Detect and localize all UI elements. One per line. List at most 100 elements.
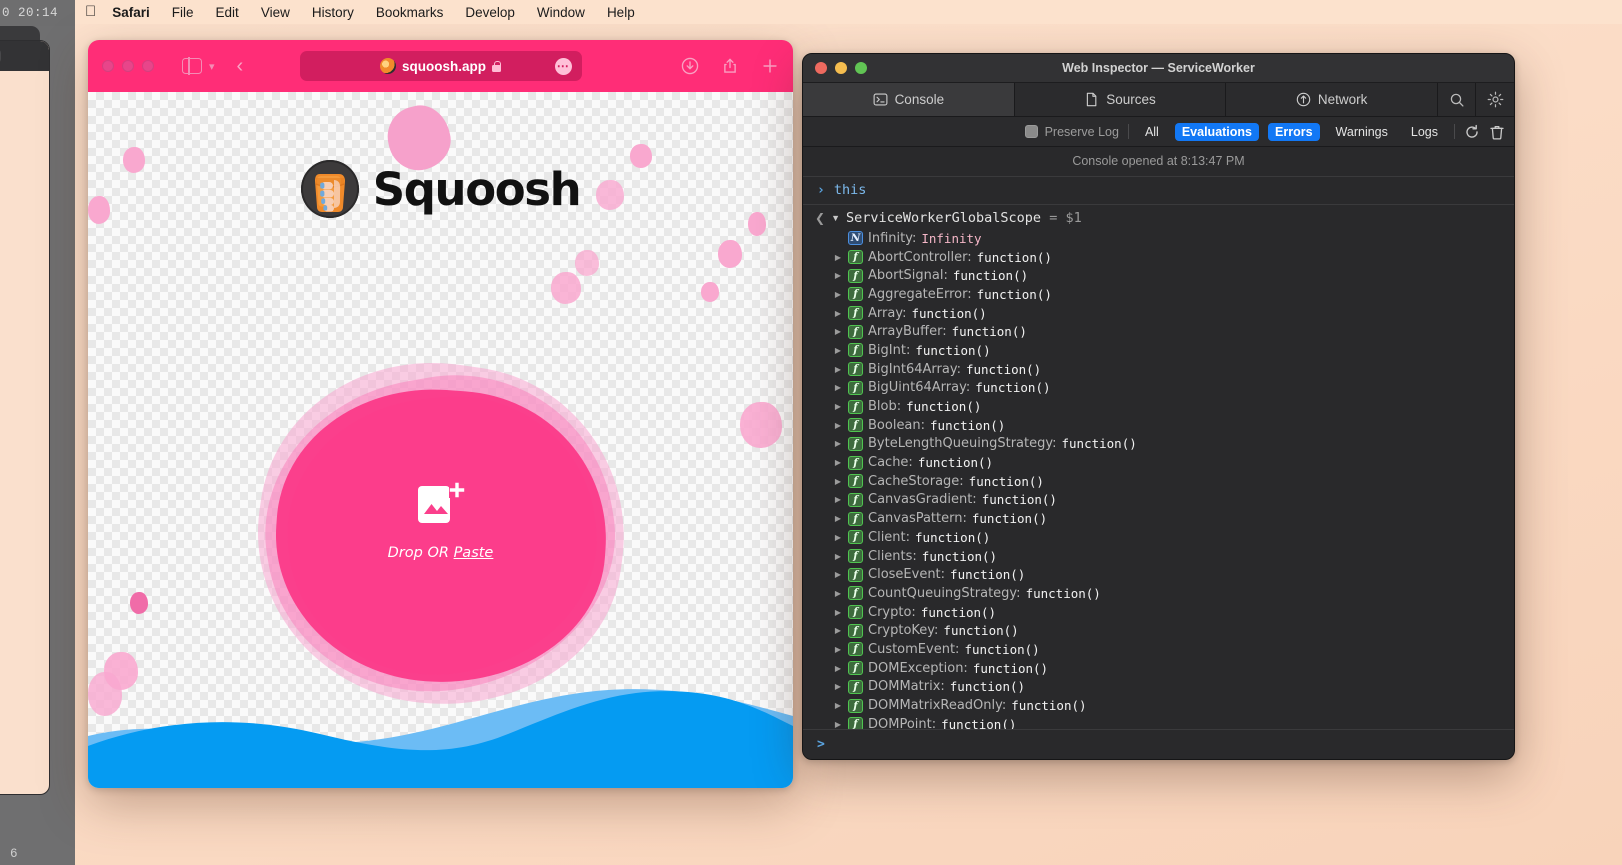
property-row[interactable]: ▶fCacheStorage:function()	[833, 472, 1514, 491]
disclosure-triangle-icon[interactable]: ▶	[833, 682, 843, 691]
disclosure-triangle-icon[interactable]: ▶	[833, 589, 843, 598]
property-row[interactable]: ▶fCache:function()	[833, 453, 1514, 472]
property-row[interactable]: ▶fBoolean:function()	[833, 416, 1514, 435]
disclosure-triangle-icon[interactable]: ▶	[833, 645, 843, 654]
inspector-minimize-button[interactable]	[835, 62, 847, 74]
address-bar[interactable]: squoosh.app ⋯	[300, 51, 582, 81]
inspector-search-button[interactable]	[1438, 83, 1476, 116]
page-menu-icon[interactable]: ⋯	[555, 58, 572, 75]
disclosure-triangle-icon[interactable]: ▶	[833, 421, 843, 430]
background-desktop: 0 20:14 6	[0, 0, 75, 865]
background-window-front[interactable]	[0, 40, 50, 795]
preserve-log-toggle[interactable]: Preserve Log	[1025, 125, 1119, 139]
property-row[interactable]: ▶fCanvasPattern:function()	[833, 509, 1514, 528]
property-row[interactable]: ▶fAggregateError:function()	[833, 285, 1514, 304]
property-row[interactable]: ▶fCountQueuingStrategy:function()	[833, 584, 1514, 603]
disclosure-triangle-icon[interactable]: ▶	[833, 439, 843, 448]
property-row[interactable]: ▶fBlob:function()	[833, 397, 1514, 416]
menu-item-safari[interactable]: Safari	[112, 5, 150, 20]
disclosure-triangle-icon[interactable]: ▶	[833, 514, 843, 523]
preserve-log-checkbox[interactable]	[1025, 125, 1038, 138]
console-evaluated-expression[interactable]: › this	[803, 177, 1514, 205]
tab-network[interactable]: Network	[1226, 83, 1438, 116]
inspector-settings-button[interactable]	[1476, 83, 1514, 116]
menu-item-window[interactable]: Window	[537, 5, 585, 20]
paste-link[interactable]: Paste	[454, 545, 494, 561]
property-row[interactable]: ▶fArray:function()	[833, 304, 1514, 323]
close-button[interactable]	[102, 60, 114, 72]
property-row[interactable]: NInfinity:Infinity	[833, 229, 1514, 248]
property-row[interactable]: ▶fCryptoKey:function()	[833, 621, 1514, 640]
console-prompt-footer[interactable]: >	[803, 729, 1514, 759]
inspector-maximize-button[interactable]	[855, 62, 867, 74]
drop-zone[interactable]: Drop OR Paste	[258, 364, 624, 704]
disclosure-triangle-icon[interactable]: ▶	[833, 309, 843, 318]
property-row[interactable]: ▶fAbortSignal:function()	[833, 266, 1514, 285]
downloads-icon[interactable]	[681, 57, 699, 75]
property-row[interactable]: ▶fCrypto:function()	[833, 603, 1514, 622]
menu-item-help[interactable]: Help	[607, 5, 635, 20]
inspector-close-button[interactable]	[815, 62, 827, 74]
property-row[interactable]: ▶fDOMException:function()	[833, 659, 1514, 678]
maximize-button[interactable]	[142, 60, 154, 72]
back-arrow-icon[interactable]: ‹	[237, 56, 244, 76]
safari-traffic-lights[interactable]	[102, 60, 154, 72]
menu-item-bookmarks[interactable]: Bookmarks	[376, 5, 444, 20]
filter-warnings[interactable]: Warnings	[1329, 123, 1395, 141]
property-row[interactable]: ▶fClient:function()	[833, 528, 1514, 547]
disclosure-triangle-icon[interactable]: ▶	[833, 533, 843, 542]
property-row[interactable]: ▶fDOMMatrixReadOnly:function()	[833, 696, 1514, 715]
reload-icon[interactable]	[1464, 124, 1480, 140]
disclosure-triangle-icon[interactable]: ▶	[833, 327, 843, 336]
disclosure-triangle-icon[interactable]: ▶	[833, 365, 843, 374]
filter-logs[interactable]: Logs	[1404, 123, 1445, 141]
disclosure-triangle-icon[interactable]: ▶	[833, 570, 843, 579]
disclosure-triangle-icon[interactable]: ▶	[833, 383, 843, 392]
disclosure-triangle-icon[interactable]: ▶	[833, 271, 843, 280]
disclosure-triangle-icon[interactable]: ▼	[831, 213, 840, 223]
property-row[interactable]: ▶fBigInt64Array:function()	[833, 360, 1514, 379]
disclosure-triangle-icon[interactable]: ▶	[833, 608, 843, 617]
property-row[interactable]: ▶fClients:function()	[833, 547, 1514, 566]
property-row[interactable]: ▶fDOMMatrix:function()	[833, 678, 1514, 697]
property-row[interactable]: ▶fArrayBuffer:function()	[833, 322, 1514, 341]
minimize-button[interactable]	[122, 60, 134, 72]
inspector-traffic-lights[interactable]	[803, 62, 867, 74]
trash-icon[interactable]	[1489, 124, 1505, 140]
tab-console[interactable]: Console	[803, 83, 1015, 116]
sidebar-icon[interactable]	[182, 58, 202, 74]
property-row[interactable]: ▶fByteLengthQueuingStrategy:function()	[833, 435, 1514, 454]
tab-sources[interactable]: Sources	[1015, 83, 1227, 116]
menu-item-file[interactable]: File	[172, 5, 194, 20]
disclosure-triangle-icon[interactable]: ▶	[833, 402, 843, 411]
disclosure-triangle-icon[interactable]: ▶	[833, 720, 843, 729]
console-result-header[interactable]: ❮ ▼ ServiceWorkerGlobalScope = $1	[803, 205, 1514, 229]
chevron-down-icon[interactable]: ▾	[209, 60, 215, 73]
property-row[interactable]: ▶fBigUint64Array:function()	[833, 379, 1514, 398]
property-row[interactable]: ▶fCustomEvent:function()	[833, 640, 1514, 659]
disclosure-triangle-icon[interactable]: ▶	[833, 346, 843, 355]
disclosure-triangle-icon[interactable]: ▶	[833, 290, 843, 299]
property-row[interactable]: ▶fCloseEvent:function()	[833, 565, 1514, 584]
disclosure-triangle-icon[interactable]: ▶	[833, 664, 843, 673]
share-icon[interactable]	[721, 57, 739, 75]
menu-item-view[interactable]: View	[261, 5, 290, 20]
menu-item-edit[interactable]: Edit	[216, 5, 239, 20]
new-tab-plus-icon[interactable]	[761, 57, 779, 75]
disclosure-triangle-icon[interactable]: ▶	[833, 477, 843, 486]
disclosure-triangle-icon[interactable]: ▶	[833, 701, 843, 710]
filter-evaluations[interactable]: Evaluations	[1175, 123, 1259, 141]
menu-item-history[interactable]: History	[312, 5, 354, 20]
filter-all[interactable]: All	[1138, 123, 1166, 141]
property-row[interactable]: ▶fAbortController:function()	[833, 248, 1514, 267]
disclosure-triangle-icon[interactable]: ▶	[833, 495, 843, 504]
property-row[interactable]: ▶fCanvasGradient:function()	[833, 491, 1514, 510]
filter-errors[interactable]: Errors	[1268, 123, 1320, 141]
apple-menu-icon[interactable]: 	[85, 4, 96, 19]
disclosure-triangle-icon[interactable]: ▶	[833, 626, 843, 635]
property-row[interactable]: ▶fBigInt:function()	[833, 341, 1514, 360]
disclosure-triangle-icon[interactable]: ▶	[833, 253, 843, 262]
disclosure-triangle-icon[interactable]: ▶	[833, 458, 843, 467]
disclosure-triangle-icon[interactable]: ▶	[833, 552, 843, 561]
menu-item-develop[interactable]: Develop	[465, 5, 515, 20]
